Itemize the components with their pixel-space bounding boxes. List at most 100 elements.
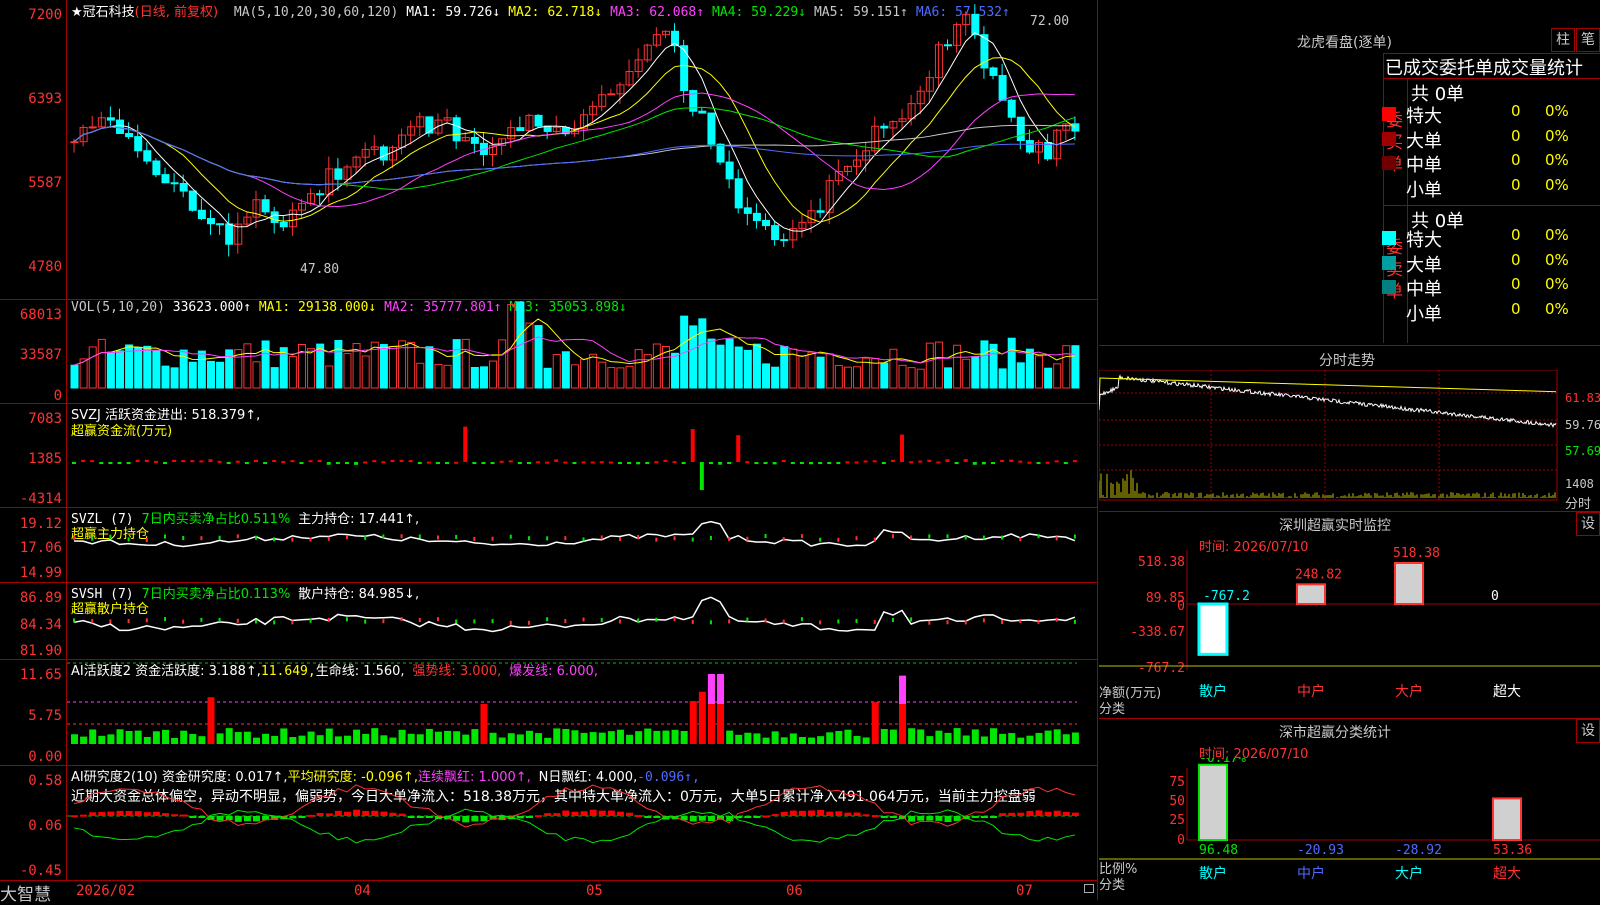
lock-icon[interactable] xyxy=(1084,884,1094,893)
research-bar xyxy=(698,816,706,821)
svzj-bar xyxy=(708,462,713,465)
order-row-percent: 0% xyxy=(1545,275,1569,293)
svzj-bar xyxy=(1072,460,1077,463)
tick-mark xyxy=(109,619,112,624)
svzj-bar xyxy=(308,460,313,463)
tick-mark xyxy=(1019,619,1022,624)
brand-label: 大智慧 xyxy=(0,885,51,905)
ai-active-bar xyxy=(489,732,497,744)
volume-bar xyxy=(470,366,479,389)
tick-mark xyxy=(1037,534,1040,539)
ai-active-bar xyxy=(371,728,379,744)
svzj-bar xyxy=(426,461,431,464)
ai-active-bar xyxy=(935,730,943,744)
time-axis-label: 04 xyxy=(354,883,371,899)
volume-bar xyxy=(880,362,889,389)
svzj-bar xyxy=(563,461,568,464)
ai-active-bar xyxy=(325,728,333,744)
volume-chart[interactable] xyxy=(67,300,1097,403)
research-bar xyxy=(380,811,388,816)
candlestick-chart[interactable] xyxy=(67,0,1097,299)
chart-area[interactable]: ★冠石科技(日线, 前复权) MA(5,10,20,30,60,120) MA1:… xyxy=(0,0,1098,905)
volume-bar xyxy=(170,367,179,389)
column-view-button[interactable]: 柱 xyxy=(1551,28,1575,52)
volume-bar xyxy=(252,361,261,389)
svzj-bar xyxy=(281,461,286,464)
volume-bar xyxy=(261,340,270,389)
volume-bar xyxy=(416,362,425,389)
ai-active-bar xyxy=(744,732,752,744)
candle-body xyxy=(944,44,953,47)
ai-active-bar xyxy=(343,735,351,744)
research-bar xyxy=(116,810,124,816)
volume-bar xyxy=(452,339,461,389)
tick-mark xyxy=(709,535,712,540)
sz-monitor-chart[interactable]: 518.3889.850-338.67-767.2-767.2散户248.82中… xyxy=(1099,540,1600,718)
svzj-bar xyxy=(326,462,331,465)
volume-bar xyxy=(115,350,124,389)
svzj-chart[interactable] xyxy=(67,404,1097,507)
research-bar xyxy=(1035,810,1043,816)
candle-body xyxy=(470,136,479,144)
price-axis-label: 5587 xyxy=(28,175,62,191)
tick-view-button[interactable]: 笔 xyxy=(1576,28,1600,52)
svzj-bar xyxy=(763,462,768,464)
ai-active-bar xyxy=(1053,729,1061,744)
tick-mark xyxy=(418,534,421,539)
svzj-bar xyxy=(126,462,131,464)
tick-mark xyxy=(200,617,203,622)
volume-bar xyxy=(243,343,252,389)
sz-class-value: 96.48 xyxy=(1199,843,1238,858)
research-bar xyxy=(644,816,652,818)
tick-mark xyxy=(273,620,276,625)
sz-class-chart[interactable]: 7550250-0.17%96.48散户-20.93中户-28.92大户53.3… xyxy=(1099,758,1600,900)
candle-body xyxy=(716,143,725,163)
ai-active-bar xyxy=(689,701,697,744)
ai-active-bar xyxy=(944,732,952,744)
candle-body xyxy=(225,223,234,245)
svzj-bar xyxy=(818,462,823,464)
order-row-percent: 0% xyxy=(1545,151,1569,169)
tick-mark xyxy=(127,619,130,624)
ai-active-bar xyxy=(189,733,197,744)
candle-body xyxy=(88,126,97,129)
volume-bar xyxy=(479,366,488,389)
volume-bar xyxy=(498,339,507,389)
sz-monitor-value: 0 xyxy=(1491,589,1499,604)
candle-body xyxy=(125,132,134,138)
tick-mark xyxy=(928,620,931,625)
svzl-chart[interactable] xyxy=(67,508,1097,582)
ai-active-bar xyxy=(680,730,688,744)
ai-research-chart[interactable] xyxy=(67,766,1097,880)
ai-active-chart[interactable] xyxy=(67,660,1097,765)
ai-active-bar xyxy=(243,731,251,744)
tick-mark xyxy=(582,617,585,622)
ai-active-bar xyxy=(862,737,870,744)
svzj-bar xyxy=(253,459,258,462)
ai-active-bar xyxy=(80,736,88,744)
svzj-bar xyxy=(954,462,959,464)
volume-bar xyxy=(270,367,279,389)
svzl-axis-label: 14.99 xyxy=(19,565,62,581)
volume-bar xyxy=(134,346,143,389)
tick-mark xyxy=(600,535,603,540)
tick-mark xyxy=(946,534,949,539)
svsh-axis-label: 81.90 xyxy=(19,643,62,659)
tick-mark xyxy=(1055,617,1058,622)
svsh-chart[interactable] xyxy=(67,583,1097,659)
tick-mark xyxy=(418,617,421,622)
candle-body xyxy=(880,125,889,129)
svzj-bar xyxy=(554,459,559,462)
candle-body xyxy=(780,239,789,242)
sz-class-settings-button[interactable]: 设 xyxy=(1576,719,1600,743)
research-bar xyxy=(935,816,943,821)
research-bar xyxy=(471,816,479,822)
sz-class-value: -20.93 xyxy=(1297,843,1344,858)
ai-active-bar xyxy=(125,730,133,744)
research-bar xyxy=(189,816,197,818)
svzj-bar xyxy=(854,461,859,464)
longhu-tabs[interactable]: 已成交委托单成交量统计 xyxy=(1385,54,1600,80)
sz-monitor-settings-button[interactable]: 设 xyxy=(1576,512,1600,536)
intraday-chart[interactable] xyxy=(1099,370,1569,510)
volume-bar xyxy=(625,365,634,389)
